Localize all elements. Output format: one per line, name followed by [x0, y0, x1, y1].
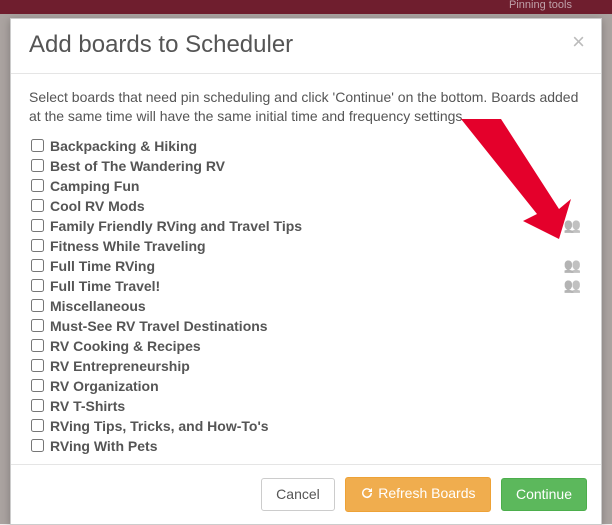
board-name: Full Time RVing	[50, 258, 557, 274]
board-checkbox[interactable]	[31, 159, 44, 172]
board-row[interactable]: Miscellaneous	[29, 296, 579, 316]
board-checkbox[interactable]	[31, 239, 44, 252]
board-checkbox[interactable]	[31, 439, 44, 452]
group-board-icon: 👥	[557, 257, 579, 274]
refresh-label: Refresh Boards	[378, 485, 475, 501]
modal-header: Add boards to Scheduler ×	[11, 19, 601, 74]
boards-list[interactable]: Backpacking & Hiking Best of The Wanderin…	[29, 136, 583, 456]
group-board-icon: 👥	[557, 217, 579, 234]
modal-body: Select boards that need pin scheduling a…	[11, 74, 601, 464]
board-row[interactable]: Full Time RVing👥	[29, 256, 579, 276]
board-checkbox[interactable]	[31, 299, 44, 312]
board-name: Full Time Travel!	[50, 278, 557, 294]
board-row[interactable]: RVing Tips, Tricks, and How-To's	[29, 416, 579, 436]
modal-description: Select boards that need pin scheduling a…	[29, 88, 583, 126]
board-name: Best of The Wandering RV	[50, 158, 579, 174]
topbar-pinning-label: Pinning tools	[509, 0, 572, 11]
modal-footer: Cancel Refresh Boards Continue	[11, 464, 601, 524]
board-name: Camping Fun	[50, 178, 579, 194]
board-row[interactable]: Camping Fun	[29, 176, 579, 196]
refresh-icon	[360, 486, 374, 504]
board-name: RV T-Shirts	[50, 398, 579, 414]
board-row[interactable]: RV Organization	[29, 376, 579, 396]
board-row[interactable]: Fitness While Traveling	[29, 236, 579, 256]
board-row[interactable]: RV Cooking & Recipes	[29, 336, 579, 356]
modal-title: Add boards to Scheduler	[29, 31, 583, 59]
group-board-icon: 👥	[557, 277, 579, 294]
board-checkbox[interactable]	[31, 419, 44, 432]
board-checkbox[interactable]	[31, 379, 44, 392]
board-row[interactable]: Backpacking & Hiking	[29, 136, 579, 156]
board-row[interactable]: Best of The Wandering RV	[29, 156, 579, 176]
close-icon[interactable]: ×	[572, 31, 585, 53]
board-checkbox[interactable]	[31, 139, 44, 152]
board-row[interactable]: Family Friendly RVing and Travel Tips👥	[29, 216, 579, 236]
board-checkbox[interactable]	[31, 279, 44, 292]
board-checkbox[interactable]	[31, 359, 44, 372]
add-boards-modal: Add boards to Scheduler × Select boards …	[10, 18, 602, 525]
board-checkbox[interactable]	[31, 219, 44, 232]
board-checkbox[interactable]	[31, 399, 44, 412]
board-name: Backpacking & Hiking	[50, 138, 579, 154]
board-row[interactable]: RVing With Pets	[29, 436, 579, 456]
continue-button[interactable]: Continue	[501, 478, 587, 511]
board-name: Fitness While Traveling	[50, 238, 579, 254]
board-name: Must-See RV Travel Destinations	[50, 318, 579, 334]
board-checkbox[interactable]	[31, 179, 44, 192]
board-checkbox[interactable]	[31, 319, 44, 332]
topbar: Pinning tools	[0, 0, 612, 14]
refresh-boards-button[interactable]: Refresh Boards	[345, 477, 490, 512]
board-name: RV Entrepreneurship	[50, 358, 579, 374]
board-checkbox[interactable]	[31, 199, 44, 212]
board-name: Cool RV Mods	[50, 198, 579, 214]
board-row[interactable]: Full Time Travel!👥	[29, 276, 579, 296]
board-name: RV Cooking & Recipes	[50, 338, 579, 354]
board-row[interactable]: RV T-Shirts	[29, 396, 579, 416]
board-row[interactable]: RV Entrepreneurship	[29, 356, 579, 376]
board-checkbox[interactable]	[31, 339, 44, 352]
board-name: Miscellaneous	[50, 298, 579, 314]
board-row[interactable]: Cool RV Mods	[29, 196, 579, 216]
board-name: RVing With Pets	[50, 438, 579, 454]
cancel-button[interactable]: Cancel	[261, 478, 335, 511]
board-name: RVing Tips, Tricks, and How-To's	[50, 418, 579, 434]
board-name: RV Organization	[50, 378, 579, 394]
board-row[interactable]: Must-See RV Travel Destinations	[29, 316, 579, 336]
board-checkbox[interactable]	[31, 259, 44, 272]
board-name: Family Friendly RVing and Travel Tips	[50, 218, 557, 234]
